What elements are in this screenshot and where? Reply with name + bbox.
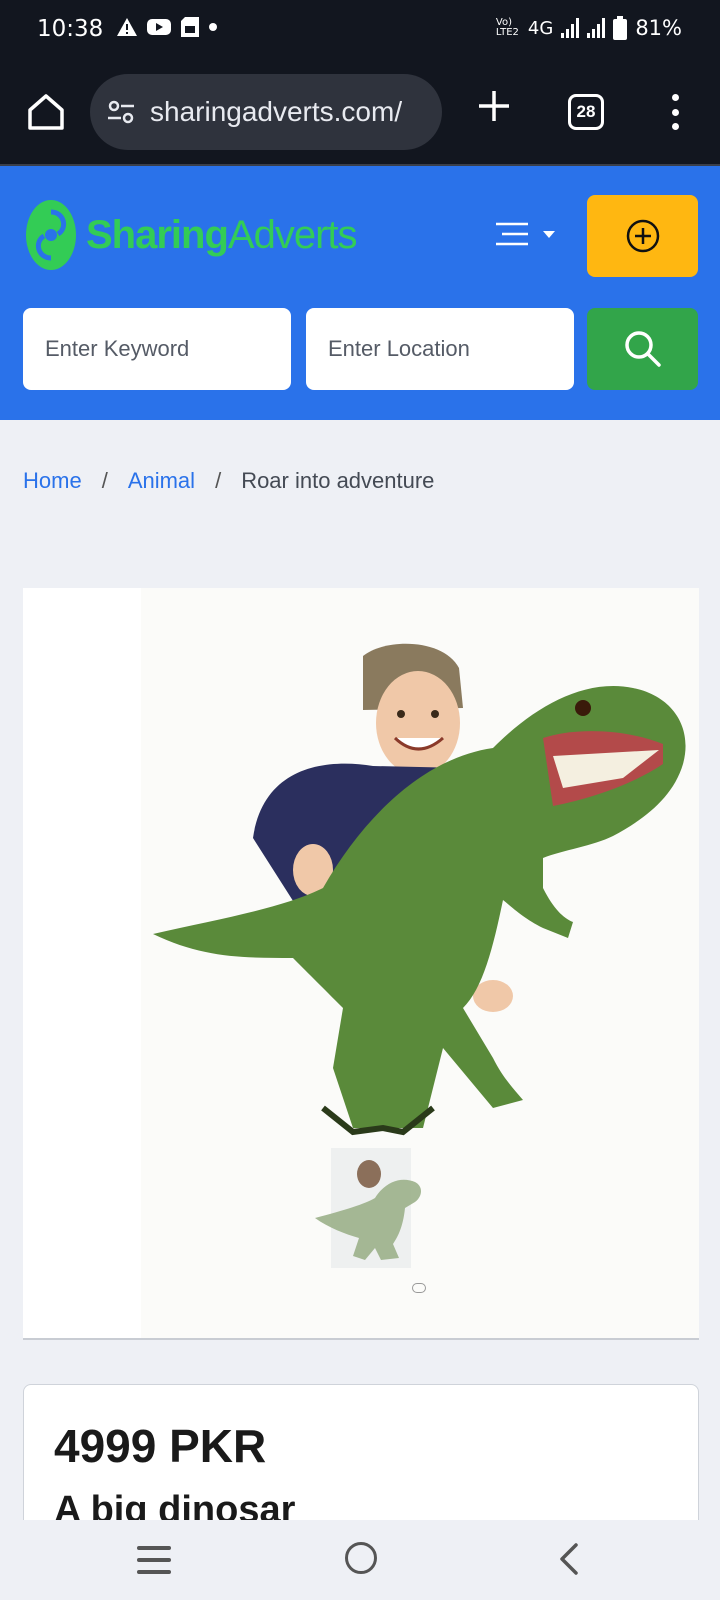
breadcrumb-category[interactable]: Animal [128, 468, 195, 494]
chevron-down-icon [543, 231, 555, 238]
logo-text-light: Adverts [227, 212, 358, 257]
recent-line [137, 1558, 171, 1562]
status-bar: 10:38 Vo) LTE2 4G 81% [0, 0, 720, 62]
recent-apps-button[interactable] [137, 1546, 171, 1574]
search-icon [624, 331, 661, 367]
home-icon [28, 94, 64, 130]
notification-icons [116, 16, 218, 38]
battery-level: 81% [635, 16, 682, 40]
keyword-input[interactable] [23, 308, 291, 390]
signal-icon [561, 18, 580, 38]
recent-line [137, 1570, 171, 1574]
battery-icon [613, 16, 628, 40]
menu-dot [671, 94, 679, 101]
recent-line [137, 1546, 171, 1550]
menu-dot [671, 108, 679, 116]
volte-label: Vo) LTE2 [495, 17, 519, 38]
location-input[interactable] [306, 308, 574, 390]
listing-image[interactable] [23, 588, 699, 1340]
site-header: SharingAdverts [0, 166, 720, 420]
system-back-button[interactable] [554, 1542, 584, 1576]
breadcrumb: Home / Animal / Roar into adventure [23, 468, 434, 494]
dot-icon [209, 23, 217, 31]
logo-mark-icon [26, 200, 76, 270]
plus-icon [479, 91, 509, 121]
system-nav-bar [0, 1520, 720, 1600]
breadcrumb-home[interactable]: Home [23, 468, 82, 494]
youtube-icon [147, 19, 171, 35]
breadcrumb-separator: / [101, 468, 108, 493]
signal-icon-2 [587, 18, 606, 38]
post-ad-button[interactable] [587, 195, 698, 277]
url-text: sharingadverts.com/ [150, 96, 403, 127]
status-time: 10:38 [37, 16, 104, 42]
breadcrumb-current: Roar into adventure [241, 468, 435, 493]
new-tab-button[interactable] [472, 88, 516, 132]
browser-toolbar: sharingadverts.com/ 28 [0, 62, 720, 166]
image-indicator-icon [412, 1283, 426, 1293]
logo-text-bold: Sharing [86, 212, 229, 257]
hamburger-icon [496, 222, 528, 246]
logo-text: SharingAdverts [86, 212, 358, 258]
address-bar[interactable]: sharingadverts.com/ [90, 74, 442, 150]
listing-price: 4999 PKR [54, 1420, 267, 1472]
browser-home-button[interactable] [24, 90, 68, 134]
plus-circle-icon [626, 219, 659, 253]
thumbnail-image[interactable] [305, 1148, 445, 1278]
site-settings-icon[interactable] [106, 97, 136, 127]
sim-icon [181, 17, 199, 37]
alert-icon [117, 18, 137, 36]
search-button[interactable] [587, 308, 698, 390]
status-right: Vo) LTE2 4G 81% [496, 16, 682, 40]
system-home-button[interactable] [345, 1542, 377, 1574]
site-logo[interactable]: SharingAdverts [24, 198, 358, 272]
tab-switcher-button[interactable]: 28 [568, 94, 604, 130]
network-label: 4G [527, 17, 554, 39]
menu-dot [671, 123, 679, 130]
breadcrumb-separator: / [215, 468, 222, 493]
nav-menu-toggle[interactable] [494, 216, 560, 252]
browser-menu-button[interactable] [662, 90, 688, 134]
